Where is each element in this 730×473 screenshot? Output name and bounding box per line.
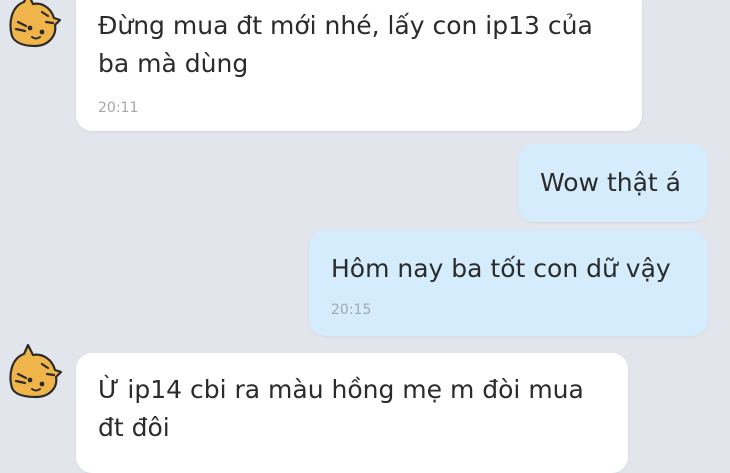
message-bubble-outgoing[interactable]: Wow thật á bbox=[518, 144, 708, 222]
message-text: Wow thật á bbox=[540, 164, 681, 202]
message-text: Đừng mua đt mới nhé, lấy con ip13 của ba… bbox=[98, 7, 593, 83]
sender-avatar-icon[interactable] bbox=[4, 340, 64, 400]
sender-avatar-icon[interactable] bbox=[2, 0, 62, 52]
message-text: Hôm nay ba tốt con dữ vậy bbox=[331, 250, 671, 288]
message-line: Hôm nay ba tốt con dữ vậy bbox=[331, 254, 671, 283]
message-timestamp: 20:11 bbox=[98, 100, 139, 116]
message-line: Đừng mua đt mới nhé, lấy con ip13 của bbox=[98, 11, 593, 40]
message-line: đt đôi bbox=[98, 413, 170, 442]
message-line: Ừ ip14 cbi ra màu hồng mẹ m đòi mua bbox=[98, 375, 584, 404]
message-text: Ừ ip14 cbi ra màu hồng mẹ m đòi mua đt đ… bbox=[98, 371, 584, 447]
message-line: Wow thật á bbox=[540, 168, 681, 197]
message-bubble-incoming[interactable]: Đừng mua đt mới nhé, lấy con ip13 của ba… bbox=[76, 0, 642, 131]
message-bubble-incoming[interactable]: Ừ ip14 cbi ra màu hồng mẹ m đòi mua đt đ… bbox=[76, 353, 628, 473]
message-line: ba mà dùng bbox=[98, 49, 249, 78]
chat-conversation: Đừng mua đt mới nhé, lấy con ip13 của ba… bbox=[0, 0, 730, 473]
message-bubble-outgoing[interactable]: Hôm nay ba tốt con dữ vậy 20:15 bbox=[309, 230, 708, 336]
message-timestamp: 20:15 bbox=[331, 302, 372, 318]
